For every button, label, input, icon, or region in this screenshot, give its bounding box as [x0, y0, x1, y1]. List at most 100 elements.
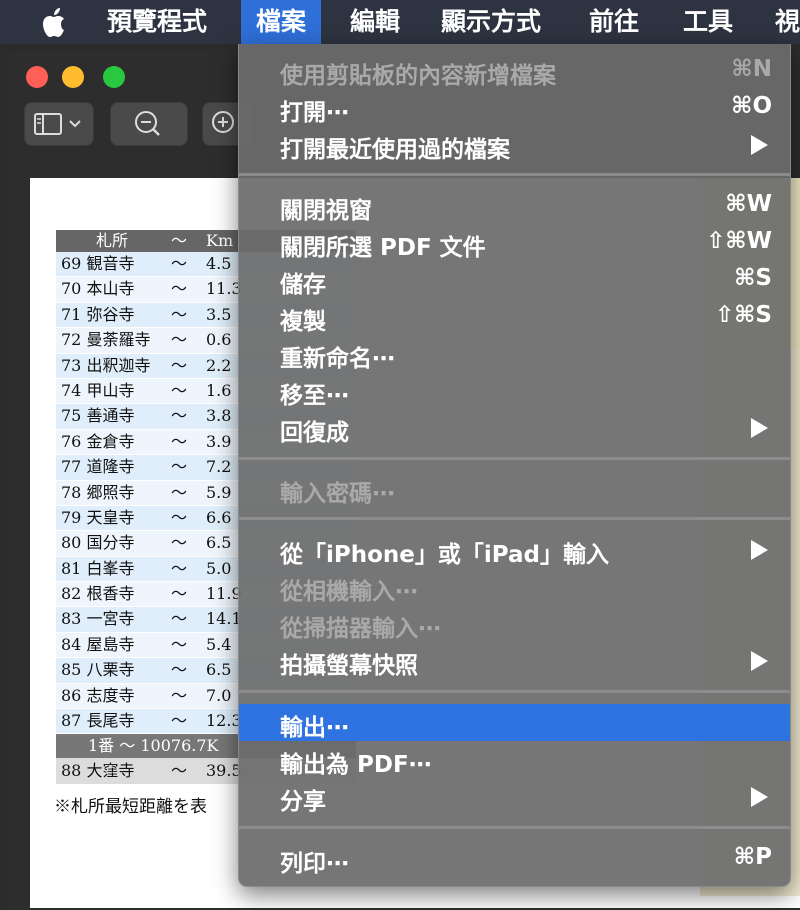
document-footnote: ※札所最短距離を表 — [54, 797, 207, 817]
row-tilde: ～ — [171, 431, 188, 451]
menu-item-export[interactable]: 輸出⋯ — [239, 704, 790, 741]
row-km: 5.0 — [206, 558, 232, 578]
menu-item-open-recent[interactable]: 打開最近使用過的檔案 — [239, 126, 790, 163]
zoom-button[interactable] — [103, 66, 125, 88]
menu-item-label: 列印⋯ — [280, 851, 349, 877]
menu-item-take-screenshot[interactable]: 拍攝螢幕快照 — [239, 642, 790, 679]
row-km: 4.5 — [206, 254, 232, 273]
row-tilde: ～ — [171, 609, 188, 629]
menu-separator — [239, 826, 790, 829]
row-tilde: ～ — [171, 584, 188, 604]
row-temple: 81 白峯寺 — [61, 558, 135, 578]
zoom-out-button[interactable] — [110, 102, 188, 146]
submenu-arrow-icon — [751, 540, 768, 560]
menu-separator — [239, 457, 790, 460]
row-temple: 88 大窪寺 — [61, 761, 135, 781]
row-km: 5.4 — [206, 634, 232, 654]
row-temple: 77 道隆寺 — [61, 457, 135, 477]
menu-item-label: 使用剪貼板的內容新增檔案 — [280, 63, 556, 89]
row-km: 6.5 — [206, 660, 232, 680]
row-tilde: ～ — [171, 254, 188, 273]
row-temple: 78 郷照寺 — [61, 482, 135, 502]
menu-go[interactable]: 前往 — [589, 0, 639, 44]
menu-item-import-from-scanner[interactable]: 從掃描器輸入⋯ — [239, 605, 790, 642]
menu-item-shortcut: ⌘O — [731, 93, 772, 119]
menu-item-print[interactable]: 列印⋯ ⌘P — [239, 840, 790, 877]
menu-window-truncated[interactable]: 視 — [775, 0, 800, 44]
menu-view[interactable]: 顯示方式 — [441, 0, 541, 44]
row-temple: 86 志度寺 — [61, 685, 135, 705]
menu-item-label: 重新命名⋯ — [280, 346, 395, 372]
menu-item-label: 打開⋯ — [280, 100, 349, 126]
menu-item-open[interactable]: 打開⋯ ⌘O — [239, 89, 790, 126]
menu-item-rename[interactable]: 重新命名⋯ — [239, 335, 790, 372]
menu-item-import-from-iphone[interactable]: 從「iPhone」或「iPad」輸入 — [239, 531, 790, 568]
menu-item-label: 從掃描器輸入⋯ — [280, 616, 441, 642]
row-km: 11.3 — [206, 279, 242, 299]
menu-item-label: 從相機輸入⋯ — [280, 579, 418, 605]
row-km: 7.0 — [206, 685, 232, 705]
menu-edit[interactable]: 編輯 — [350, 0, 400, 44]
apple-icon[interactable] — [40, 7, 70, 39]
total-text: 1番 ～ 10076.7K — [88, 736, 219, 756]
sidebar-icon — [34, 113, 81, 135]
zoom-out-icon — [135, 111, 160, 136]
menu-app-preview[interactable]: 預覽程式 — [107, 0, 207, 44]
menu-item-share[interactable]: 分享 — [239, 778, 790, 815]
menu-item-save[interactable]: 儲存 ⌘S — [239, 261, 790, 298]
row-tilde: ～ — [171, 304, 188, 324]
menu-item-new-from-clipboard[interactable]: 使用剪貼板的內容新增檔案 ⌘N — [239, 52, 790, 89]
row-tilde: ～ — [171, 482, 188, 502]
close-button[interactable] — [26, 66, 48, 88]
file-menu: 使用剪貼板的內容新增檔案 ⌘N 打開⋯ ⌘O 打開最近使用過的檔案 關閉視窗 ⌘… — [238, 44, 791, 887]
menu-item-shortcut: ⌘S — [734, 265, 772, 291]
row-tilde: ～ — [171, 660, 188, 680]
row-km: 11.9 — [206, 584, 242, 604]
minimize-button[interactable] — [62, 66, 84, 88]
menu-tools[interactable]: 工具 — [683, 0, 733, 44]
menu-file[interactable]: 檔案 — [241, 0, 322, 44]
row-km: 12.3 — [206, 711, 242, 731]
row-km: 7.2 — [206, 457, 232, 477]
menu-item-label: 從「iPhone」或「iPad」輸入 — [280, 542, 609, 568]
row-temple: 69 観音寺 — [61, 254, 135, 273]
sidebar-toggle-button[interactable] — [24, 102, 94, 146]
row-km: 14.1 — [206, 609, 242, 629]
header-tilde: ～ — [171, 231, 188, 250]
menu-item-revert-to[interactable]: 回復成 — [239, 409, 790, 446]
row-tilde: ～ — [171, 507, 188, 527]
row-temple: 70 本山寺 — [61, 279, 135, 299]
menu-item-label: 關閉所選 PDF 文件 — [280, 235, 486, 261]
menu-item-import-from-camera[interactable]: 從相機輸入⋯ — [239, 568, 790, 605]
menu-item-duplicate[interactable]: 複製 ⇧⌘S — [239, 298, 790, 335]
row-tilde: ～ — [171, 533, 188, 553]
row-km: 1.6 — [206, 380, 232, 400]
menu-item-shortcut: ⌘N — [731, 56, 772, 82]
menu-item-close-window[interactable]: 關閉視窗 ⌘W — [239, 187, 790, 224]
menu-item-label: 輸出為 PDF⋯ — [280, 752, 432, 778]
row-km: 0.6 — [206, 330, 232, 350]
menu-item-export-as-pdf[interactable]: 輸出為 PDF⋯ — [239, 741, 790, 778]
row-temple: 85 八栗寺 — [61, 660, 135, 680]
row-temple: 72 曼荼羅寺 — [61, 330, 151, 350]
row-temple: 82 根香寺 — [61, 584, 135, 604]
row-tilde: ～ — [171, 330, 188, 350]
menu-separator — [239, 690, 790, 693]
header-temple: 札所 — [96, 231, 129, 250]
row-km: 39.5 — [206, 761, 242, 781]
row-tilde: ～ — [171, 558, 188, 578]
row-km: 6.6 — [206, 507, 232, 527]
menu-item-enter-password[interactable]: 輸入密碼⋯ — [239, 470, 790, 507]
row-temple: 87 長尾寺 — [61, 711, 135, 731]
row-km: 3.9 — [206, 431, 232, 451]
row-km: 2.2 — [206, 355, 232, 375]
row-tilde: ～ — [171, 355, 188, 375]
menu-item-close-selected-pdf[interactable]: 關閉所選 PDF 文件 ⇧⌘W — [239, 224, 790, 261]
menu-item-label: 關閉視窗 — [280, 198, 372, 224]
menu-item-move-to[interactable]: 移至⋯ — [239, 372, 790, 409]
menu-item-shortcut: ⌘W — [725, 191, 772, 217]
menu-item-label: 輸出⋯ — [280, 715, 349, 741]
row-km: 6.5 — [206, 533, 232, 553]
submenu-arrow-icon — [751, 418, 768, 438]
menu-item-shortcut: ⌘P — [733, 844, 772, 870]
